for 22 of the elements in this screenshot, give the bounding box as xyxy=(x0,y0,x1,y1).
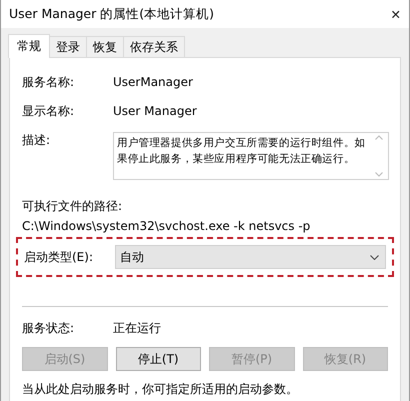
field-label: 可执行文件的路径: xyxy=(22,198,124,215)
scroll-down-icon xyxy=(375,172,383,177)
scroll-up-icon xyxy=(375,135,383,140)
close-button[interactable]: ✕ xyxy=(390,6,401,22)
field-label: 服务状态: xyxy=(22,320,76,336)
hint-text: 当从此处启动服务时，你可指定所适用的启动参数。 xyxy=(22,381,299,398)
field-value: UserManager xyxy=(113,75,194,89)
field-label: 显示名称: xyxy=(22,102,76,120)
tab[interactable]: 依存关系 xyxy=(123,36,185,57)
description-box[interactable]: 用户管理器提供多用户交互所需要的运行时组件。如果停止此服务，某些应用程序可能无法正确运行。 xyxy=(113,132,389,180)
field-value: User Manager xyxy=(113,104,198,118)
description-text: 用户管理器提供多用户交互所需要的运行时组件。如果停止此服务，某些应用程序可能无法正确运行。 xyxy=(117,136,366,167)
field-label: 启动类型(E): xyxy=(24,248,94,266)
field-label: 服务名称: xyxy=(22,74,76,90)
command-button[interactable]: 停止(T) xyxy=(116,347,201,371)
chevron-down-icon xyxy=(370,254,379,260)
window-title: User Manager 的属性(本地计算机) xyxy=(9,6,214,22)
path-text: C:\Windows\system32\svchost.exe -k netsvcs -p xyxy=(22,219,312,233)
field-label: 描述: xyxy=(22,132,52,149)
status-value: 正在运行 xyxy=(113,320,162,336)
startup-type-dropdown[interactable]: 自动 xyxy=(115,245,386,269)
tab[interactable]: 常规 xyxy=(8,34,50,58)
